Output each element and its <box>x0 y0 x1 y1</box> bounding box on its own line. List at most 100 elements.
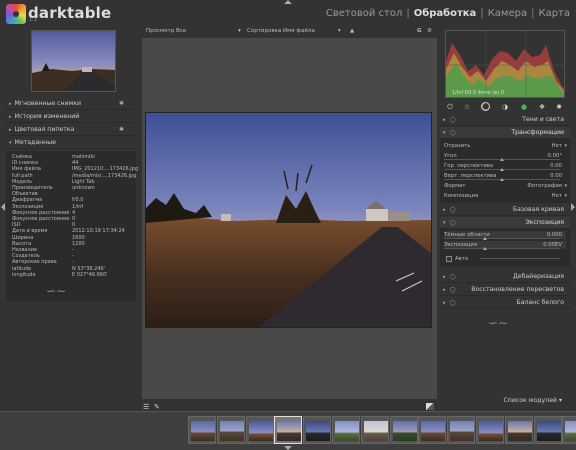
module-history[interactable]: ▸ История изменений <box>6 111 136 123</box>
module-transform[interactable]: ▾ ◯ Трансформации <box>440 127 570 139</box>
module-toggle-icon[interactable]: ▸ <box>443 284 446 296</box>
module-enable-icon[interactable]: ◯ <box>450 297 456 309</box>
module-toggle-icon[interactable]: ▸ <box>443 271 446 283</box>
module-snapshots[interactable]: ▸ Мгновенные снимки ✱ <box>6 98 136 110</box>
module-enable-icon[interactable]: ◯ <box>450 114 456 126</box>
module-enable-icon[interactable]: ◯ <box>450 217 456 229</box>
module-white-balance[interactable]: ▸ ◯ Баланс белого <box>440 297 570 309</box>
filmstrip-thumbnail[interactable] <box>274 416 303 444</box>
left-panel-collapse-icon[interactable] <box>1 203 5 211</box>
half-circle-icon[interactable]: ◑ <box>500 102 510 112</box>
module-enable-icon[interactable]: ◯ <box>450 127 456 139</box>
thumbnail-image <box>536 421 561 441</box>
metadata-key: Производитель <box>12 185 53 191</box>
transform-param-select[interactable]: Формат Фотография ▾ <box>444 182 567 190</box>
module-highlight-reconstruction[interactable]: ▸ ◯ Восстановление пересветов <box>440 284 570 296</box>
filmstrip-thumbnail[interactable] <box>216 416 245 444</box>
module-enable-icon[interactable]: ◯ <box>450 271 456 283</box>
histogram[interactable]: 1/inf f/0.0 4mm iso 0 <box>445 30 565 98</box>
eraser-icon[interactable]: ❖ <box>537 102 547 112</box>
module-enable-icon[interactable]: ◯ <box>450 284 456 296</box>
dropdown-arrow-icon[interactable]: ▾ <box>338 28 341 34</box>
slider-knob-icon[interactable] <box>500 168 504 171</box>
metadata-panel: Съёмка malinniki ID снимка 44 Имя файла IMG_2… <box>6 151 138 301</box>
menu-icon[interactable]: ☰ <box>143 403 149 411</box>
exposure-param-slider[interactable]: Тёмные области 0.000 <box>444 231 566 240</box>
gear-outline-icon[interactable]: ✸ <box>554 102 564 112</box>
module-toggle-icon[interactable]: ▸ <box>443 114 446 126</box>
dropdown-arrow-icon[interactable]: ▾ <box>564 182 567 190</box>
snapshots-settings-icon[interactable]: ✱ <box>119 98 124 110</box>
slider-knob-icon[interactable] <box>500 158 504 161</box>
module-demosaic[interactable]: ▸ ◯ Дебайеризация <box>440 271 570 283</box>
module-toggle-icon[interactable]: ▸ <box>443 297 446 309</box>
filmstrip-thumbnail[interactable] <box>332 416 360 444</box>
bottom-panel-collapse-icon[interactable] <box>284 446 292 450</box>
filmstrip-thumbnail[interactable] <box>504 416 533 444</box>
sort-select[interactable]: Имя файла <box>283 28 315 34</box>
filmstrip-thumbnail[interactable] <box>188 416 216 444</box>
top-panel-collapse-icon[interactable] <box>284 0 292 4</box>
filmstrip-thumbnail[interactable] <box>245 416 274 444</box>
thumbnail-image <box>219 421 244 441</box>
module-exposure[interactable]: ▾ ◯ Экспозиция <box>440 217 570 229</box>
module-enable-icon[interactable]: ◯ <box>450 204 456 216</box>
exposure-auto-row[interactable]: Авто <box>444 255 566 263</box>
star-icon[interactable]: ☆ <box>462 102 472 112</box>
view-darkroom[interactable]: Обработка <box>414 8 477 19</box>
module-base-curve[interactable]: ▸ ◯ Базовая кривая <box>440 204 570 216</box>
module-toggle-icon[interactable]: ▸ <box>443 204 446 216</box>
transform-param-slider[interactable]: Угол 0.00° <box>444 152 566 161</box>
metadata-value: E 027°46.660' <box>72 271 108 278</box>
filmstrip-thumbnail[interactable] <box>389 416 418 444</box>
dropdown-arrow-icon[interactable]: ▾ <box>564 192 567 200</box>
param-label: Отразить <box>444 143 471 149</box>
dropdown-arrow-icon[interactable]: ▾ <box>564 142 567 150</box>
transform-param-select[interactable]: Отразить Нет ▾ <box>444 142 567 150</box>
filmstrip-thumbnail[interactable] <box>303 416 332 444</box>
slider-knob-icon[interactable] <box>500 178 504 181</box>
module-toggle-icon[interactable]: ▾ <box>443 217 446 229</box>
view-lighttable[interactable]: Световой стол <box>326 8 403 19</box>
slider-knob-icon[interactable] <box>482 247 487 250</box>
view-filter-select[interactable]: Все <box>176 28 186 34</box>
right-panel-collapse-icon[interactable] <box>571 203 575 211</box>
exposure-param-slider[interactable]: Экспозиция 0.00EV <box>444 241 566 250</box>
auto-slider-track[interactable] <box>480 258 560 259</box>
filmstrip-thumbnail[interactable] <box>476 416 504 444</box>
darktable-logo-icon <box>6 4 26 24</box>
main-image[interactable] <box>145 112 432 328</box>
transform-param-select[interactable]: Композиция Нет ▾ <box>444 192 567 200</box>
filmstrip-thumbnail[interactable] <box>360 416 389 444</box>
view-map[interactable]: Карта <box>538 8 570 19</box>
settings-icon[interactable]: ⚙ <box>427 28 432 34</box>
module-shadows-highlights[interactable]: ▸ ◯ Тени и света <box>440 114 570 126</box>
color-dot-icon[interactable]: ● <box>519 102 529 112</box>
module-toggle-icon[interactable]: ▾ <box>443 127 446 139</box>
circle-icon[interactable]: ◯ <box>481 102 490 111</box>
transform-param-slider[interactable]: Гор. перспектива 0.00 <box>444 162 566 171</box>
decorative-swirl-icon: ∽∼ <box>46 284 67 298</box>
slider-track[interactable] <box>444 238 560 239</box>
view-tethering[interactable]: Камера <box>488 8 527 19</box>
dropdown-arrow-icon[interactable]: ▾ <box>238 28 241 34</box>
navigation-preview[interactable] <box>31 30 116 92</box>
slider-track[interactable] <box>444 248 560 249</box>
auto-checkbox[interactable] <box>446 256 452 262</box>
filmstrip-thumbnail[interactable] <box>418 416 447 444</box>
module-metadata[interactable]: ▾ Метаданные <box>6 137 136 149</box>
expand-arrow-icon: ▸ <box>9 127 12 133</box>
module-color-picker[interactable]: ▸ Цветовая пипетка ✱ <box>6 124 136 136</box>
filmstrip-thumbnail[interactable] <box>447 416 476 444</box>
grouping-button[interactable]: G <box>417 28 422 34</box>
module-list-button[interactable]: Список модулей ▾ <box>503 397 562 404</box>
color-picker-settings-icon[interactable]: ✱ <box>119 124 124 136</box>
power-icon[interactable]: ⏻ <box>445 102 455 112</box>
filmstrip-thumbnail[interactable] <box>533 416 562 444</box>
overexposure-toggle-icon[interactable] <box>426 403 434 410</box>
style-icon[interactable]: ✎ <box>154 403 160 411</box>
transform-param-slider[interactable]: Верт. перспектива 0.00 <box>444 172 566 181</box>
filmstrip-thumbnail[interactable] <box>562 416 576 444</box>
sort-direction-icon[interactable]: ▲ <box>350 28 354 34</box>
slider-knob-icon[interactable] <box>482 237 487 240</box>
